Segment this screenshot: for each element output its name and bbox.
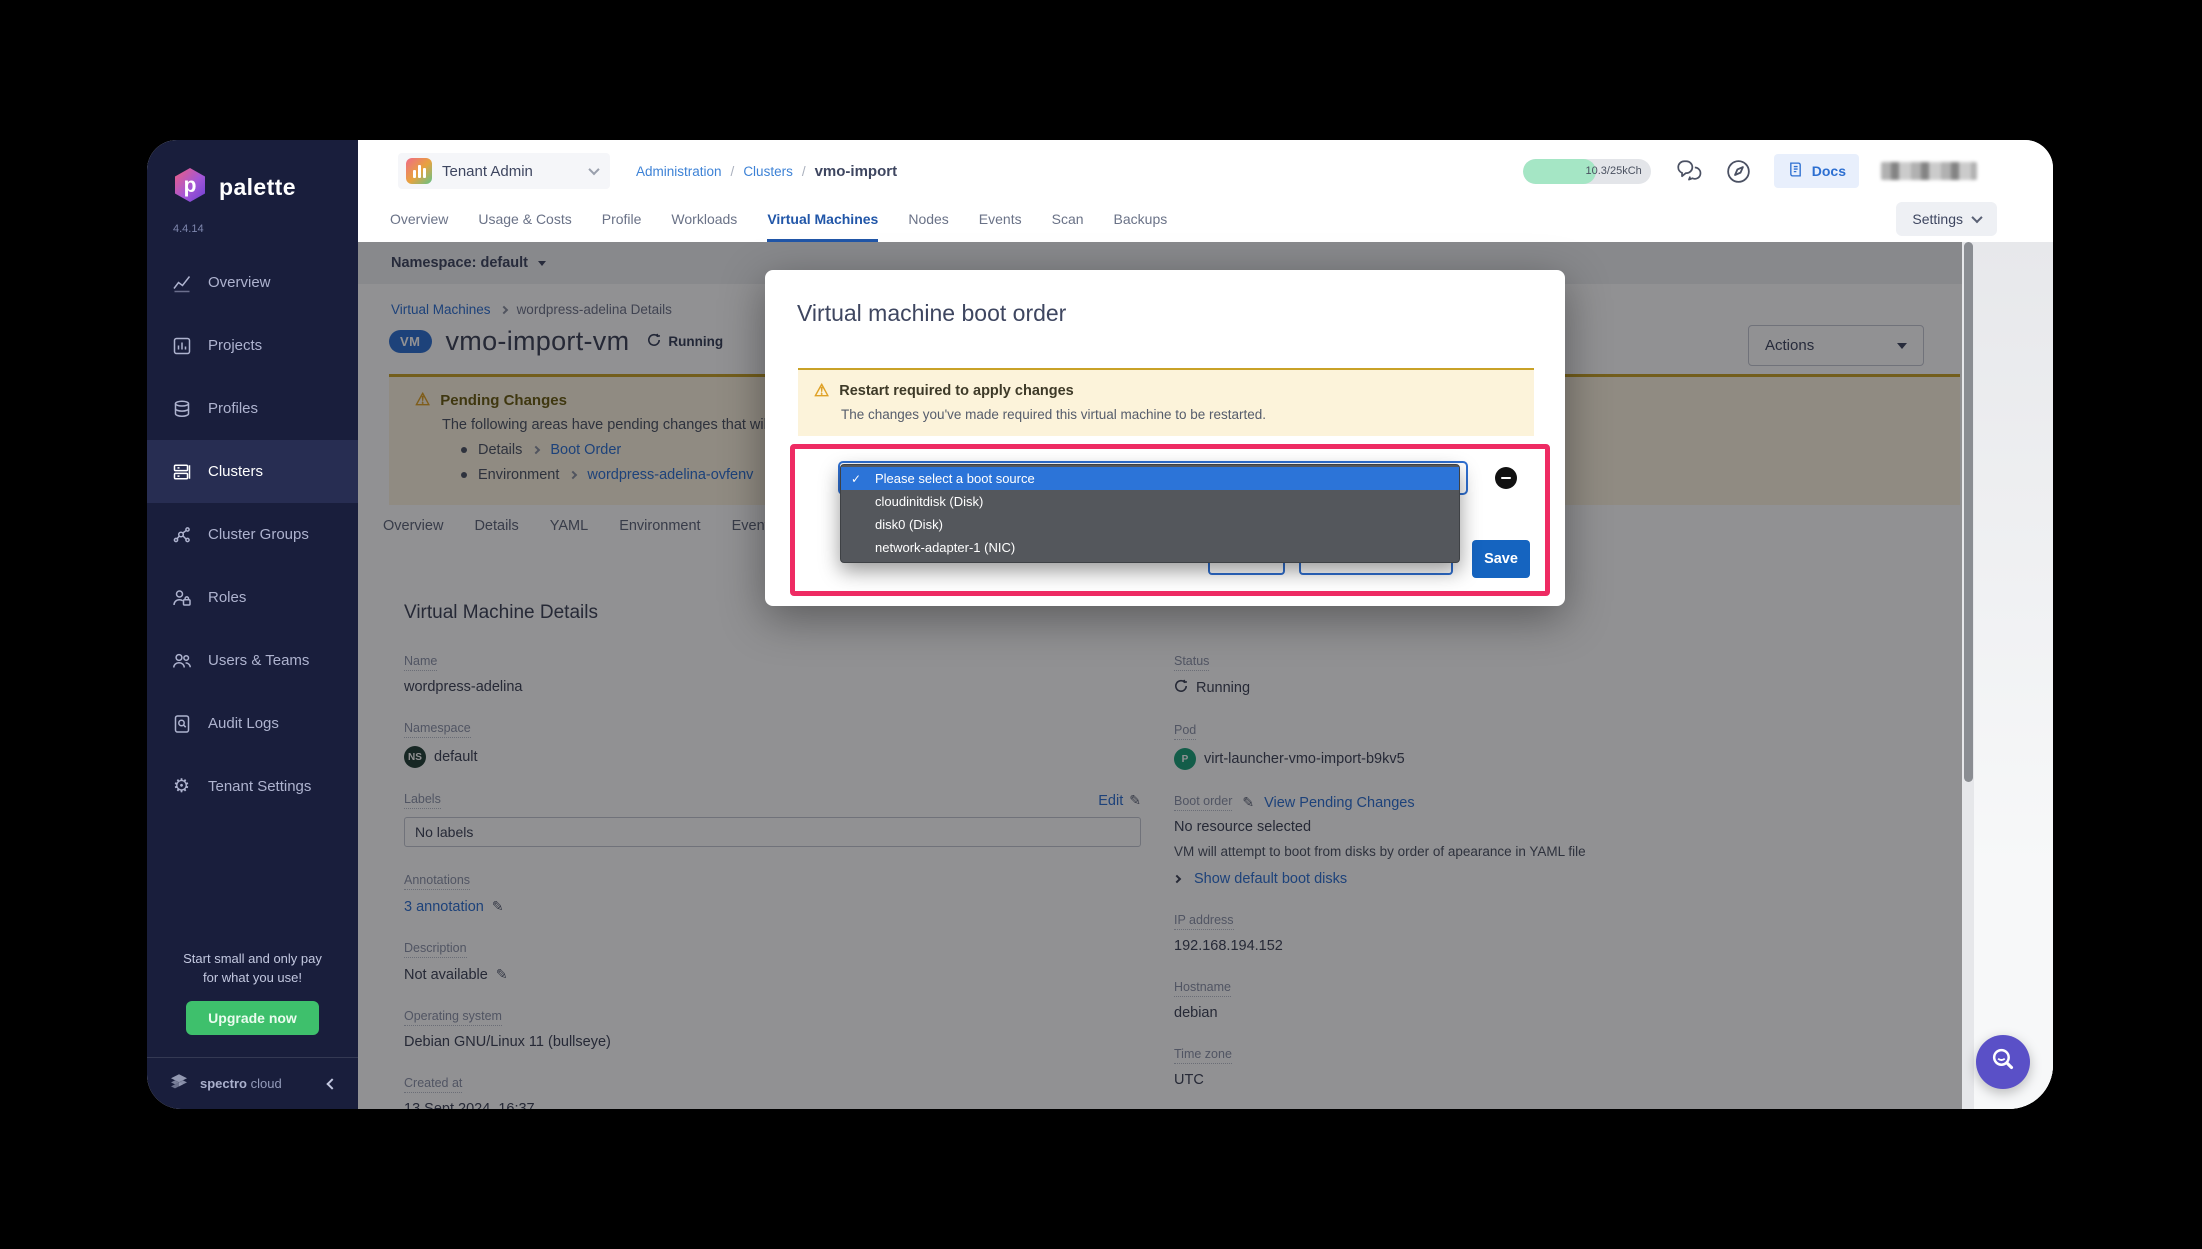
sidebar-item-tenant-settings[interactable]: ⚙ Tenant Settings (147, 755, 358, 818)
sidebar-item-roles[interactable]: Roles (147, 566, 358, 629)
topbar-right: 10.3/25kCh Docs (1523, 154, 1977, 188)
breadcrumb: Administration / Clusters / vmo-import (636, 163, 897, 180)
top-bar: Tenant Admin Administration / Clusters /… (358, 140, 2053, 196)
vm-details-page: Namespace: default Virtual Machines word… (358, 242, 1974, 1109)
sidebar-item-label: Users & Teams (208, 652, 309, 669)
sidebar-item-profiles[interactable]: Profiles (147, 377, 358, 440)
scrollbar-thumb[interactable] (1964, 242, 1973, 782)
boot-source-dropdown: ✓ Please select a boot source cloudinitd… (840, 464, 1460, 563)
palette-logo-icon: p (171, 166, 209, 209)
right-strip (1974, 242, 2053, 1109)
upgrade-text: Start small and only pay for what you us… (163, 950, 342, 988)
sidebar-item-audit-logs[interactable]: Audit Logs (147, 692, 358, 755)
sidebar: p palette 4.4.14 Overview Projects Profi… (147, 140, 358, 1109)
main-area: Tenant Admin Administration / Clusters /… (358, 140, 2053, 1109)
tab-usage-costs[interactable]: Usage & Costs (478, 196, 571, 242)
chat-icon[interactable] (1673, 158, 1703, 184)
restart-warning: ⚠ Restart required to apply changes The … (798, 368, 1534, 436)
tab-virtual-machines[interactable]: Virtual Machines (767, 196, 878, 242)
tab-workloads[interactable]: Workloads (671, 196, 737, 242)
modal-title: Virtual machine boot order (797, 300, 1066, 327)
collapse-sidebar-icon[interactable] (326, 1078, 337, 1089)
sidebar-item-label: Roles (208, 589, 246, 606)
projects-icon (171, 335, 192, 356)
dropdown-option-network-adapter[interactable]: network-adapter-1 (NIC) (841, 536, 1459, 559)
usage-meter: 10.3/25kCh (1523, 159, 1651, 184)
upgrade-now-button[interactable]: Upgrade now (186, 1001, 319, 1035)
settings-button[interactable]: Settings (1896, 202, 1997, 236)
spectro-cloud-logo-icon (167, 1071, 191, 1096)
document-search-icon (171, 713, 192, 734)
scrollbar[interactable] (1962, 242, 1974, 1109)
svg-text:p: p (184, 174, 197, 197)
redacted-user-info (1881, 162, 1977, 180)
sidebar-item-users-teams[interactable]: Users & Teams (147, 629, 358, 692)
usage-meter-label: 10.3/25kCh (1586, 165, 1642, 177)
docs-label: Docs (1812, 163, 1846, 179)
tab-nodes[interactable]: Nodes (908, 196, 948, 242)
footer-brand: spectro cloud (200, 1076, 282, 1091)
breadcrumb-clusters[interactable]: Clusters (743, 164, 793, 179)
breadcrumb-current: vmo-import (815, 163, 898, 180)
dropdown-option-disk0[interactable]: disk0 (Disk) (841, 513, 1459, 536)
save-button[interactable]: Save (1472, 540, 1530, 578)
check-icon: ✓ (851, 472, 861, 486)
sidebar-item-label: Audit Logs (208, 715, 279, 732)
tab-scan[interactable]: Scan (1052, 196, 1084, 242)
tenant-icon (406, 158, 432, 184)
cluster-tabs: Overview Usage & Costs Profile Workloads… (358, 196, 2053, 242)
remove-boot-source-button[interactable] (1495, 467, 1517, 489)
tab-profile[interactable]: Profile (602, 196, 642, 242)
restart-warning-title: Restart required to apply changes (839, 383, 1073, 399)
sidebar-item-label: Clusters (208, 463, 263, 480)
user-lock-icon (171, 587, 192, 608)
breadcrumb-administration[interactable]: Administration (636, 164, 722, 179)
dropdown-option-placeholder[interactable]: ✓ Please select a boot source (841, 467, 1459, 490)
sidebar-item-label: Profiles (208, 400, 258, 417)
upgrade-banner: Start small and only pay for what you us… (147, 940, 358, 1057)
dropdown-option-cloudinitdisk[interactable]: cloudinitdisk (Disk) (841, 490, 1459, 513)
sidebar-nav: Overview Projects Profiles Clusters Clus… (147, 251, 358, 818)
breadcrumb-separator: / (731, 164, 735, 179)
chevron-down-icon (588, 164, 599, 175)
chevron-down-icon (1971, 212, 1982, 223)
docs-button[interactable]: Docs (1774, 154, 1859, 188)
sidebar-item-projects[interactable]: Projects (147, 314, 358, 377)
sidebar-item-label: Projects (208, 337, 262, 354)
tab-events[interactable]: Events (979, 196, 1022, 242)
sidebar-item-label: Cluster Groups (208, 526, 309, 543)
search-fab-button[interactable] (1976, 1035, 2030, 1089)
sidebar-item-cluster-groups[interactable]: Cluster Groups (147, 503, 358, 566)
network-icon (171, 524, 192, 545)
app-window: p palette 4.4.14 Overview Projects Profi… (147, 140, 2053, 1109)
layers-icon (171, 398, 192, 419)
sidebar-item-overview[interactable]: Overview (147, 251, 358, 314)
bar-chart-icon (171, 272, 192, 293)
gear-icon: ⚙ (171, 776, 192, 797)
restart-warning-text: The changes you've made required this vi… (841, 407, 1516, 422)
clusters-icon (171, 461, 192, 482)
book-icon (1787, 161, 1804, 181)
tenant-selector[interactable]: Tenant Admin (398, 153, 610, 189)
sidebar-item-label: Overview (208, 274, 271, 291)
brand-name: palette (219, 174, 296, 201)
sidebar-footer: spectro cloud (147, 1057, 358, 1109)
logo-row: p palette (147, 140, 358, 209)
sidebar-item-clusters[interactable]: Clusters (147, 440, 358, 503)
app-version: 4.4.14 (147, 209, 358, 251)
boot-order-modal: Virtual machine boot order ⚠ Restart req… (765, 270, 1565, 606)
tenant-label: Tenant Admin (442, 163, 533, 180)
compass-icon[interactable] (1725, 158, 1752, 185)
magnifier-icon (1990, 1046, 2017, 1078)
users-icon (171, 650, 192, 671)
breadcrumb-separator: / (802, 164, 806, 179)
tab-backups[interactable]: Backups (1114, 196, 1168, 242)
tab-overview[interactable]: Overview (390, 196, 448, 242)
sidebar-item-label: Tenant Settings (208, 778, 311, 795)
warning-icon: ⚠ (814, 381, 829, 401)
